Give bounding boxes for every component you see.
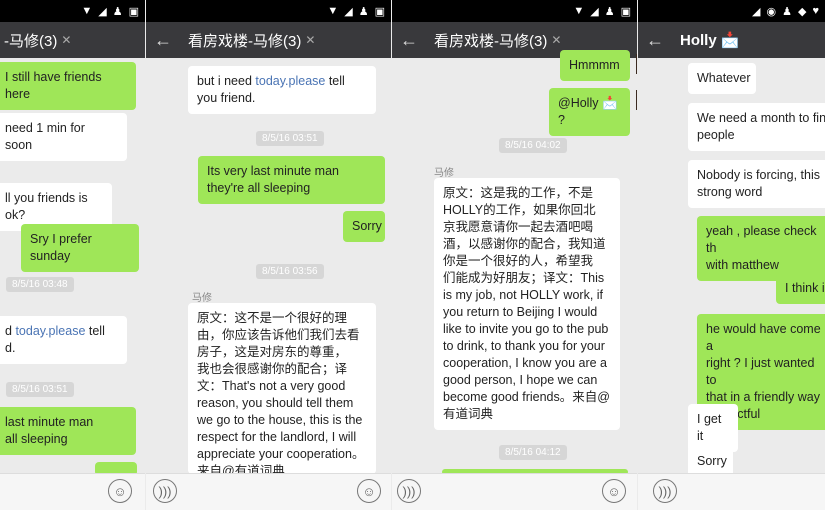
chat-panel-4: ◢ ◉ ♟ ◆ ♥ ← Holly 📩 Whatever We need a m… xyxy=(638,0,825,510)
image-icon: ▣ xyxy=(128,5,139,18)
message-received[interactable]: We need a month to fin people xyxy=(688,103,825,151)
message-received[interactable]: Whatever xyxy=(688,63,756,94)
snapchat-icon: ♟ xyxy=(358,5,369,18)
message-sent[interactable]: Sry I prefer sunday xyxy=(21,224,139,272)
timestamp: 8/5/16 04:12 xyxy=(499,445,567,460)
message-received[interactable]: Nobody is forcing, this strong word xyxy=(688,160,825,208)
input-bar: ☺ ))) xyxy=(146,473,391,510)
emoji-button[interactable]: ☺ xyxy=(357,479,381,503)
status-bar: ▼ ◢ ♟ ▣ xyxy=(0,0,145,22)
message-received[interactable]: 原文：这不是一个很好的理 由，你应该告诉他们我们去看 房子，这是对房东的尊重， … xyxy=(188,303,376,474)
messenger-icon: ◉ xyxy=(766,5,777,18)
message-text: but i need xyxy=(197,74,256,88)
back-arrow-icon[interactable]: ← xyxy=(400,30,422,51)
message-sent[interactable]: I think i xyxy=(776,273,825,304)
message-list[interactable]: Hmmmm @Holly 📩 ? 8/5/16 04:02 马修 原文：这是我的… xyxy=(392,50,637,475)
chat-panel-3: ▼ ◢ ♟ ▣ ← 看房戏楼-马修(3) ✕ Hmmmm @Holly 📩 ? … xyxy=(392,0,637,510)
chat-title: 看房戏楼-马修(3) xyxy=(434,32,548,50)
message-received[interactable]: 原文：这是我的工作，不是 HOLLY的工作，如果你回北 京我愿意请你一起去酒吧喝… xyxy=(434,178,620,430)
input-bar: ☺ ))) xyxy=(392,473,637,510)
message-received[interactable]: d today.please tell d. xyxy=(0,316,127,364)
mute-icon: ✕ xyxy=(305,33,316,47)
status-bar: ◢ ◉ ♟ ◆ ♥ xyxy=(638,0,825,22)
image-icon: ▣ xyxy=(374,5,385,18)
timestamp: 8/5/16 03:51 xyxy=(256,131,324,146)
heart-icon: ♥ xyxy=(812,5,819,17)
snapchat-icon: ♟ xyxy=(604,5,615,18)
message-received[interactable]: I get it xyxy=(688,404,738,452)
status-bar: ▼ ◢ ♟ ▣ xyxy=(392,0,637,22)
message-received[interactable]: but i need today.please tell you friend. xyxy=(188,66,376,114)
message-sent[interactable]: Its very last minute man they're all sle… xyxy=(198,156,385,204)
message-link[interactable]: today.please xyxy=(255,74,325,88)
emoji-button[interactable]: ☺ xyxy=(108,479,132,503)
chat-title: Holly 📩 xyxy=(680,32,740,49)
timestamp: 8/5/16 04:02 xyxy=(499,138,567,153)
message-link[interactable]: today.please xyxy=(15,324,85,338)
dropbox-icon: ◆ xyxy=(798,5,807,18)
message-list[interactable]: I still have friends here need 1 min for… xyxy=(0,58,145,476)
message-list[interactable]: Whatever We need a month to fin people N… xyxy=(638,58,825,477)
mute-icon: ✕ xyxy=(551,33,562,47)
signal-icon: ◢ xyxy=(98,5,107,18)
voice-button[interactable]: ))) xyxy=(153,479,177,503)
chat-header: ← 看房戏楼-马修(3) ✕ xyxy=(146,22,391,58)
back-arrow-icon[interactable]: ← xyxy=(154,30,176,51)
chat-header: -马修(3) ✕ xyxy=(0,22,145,58)
chat-panel-1: ▼ ◢ ♟ ▣ -马修(3) ✕ I still have friends he… xyxy=(0,0,145,510)
timestamp: 8/5/16 03:56 xyxy=(256,264,324,279)
signal-icon: ◢ xyxy=(344,5,353,18)
chat-panel-2: ▼ ◢ ♟ ▣ ← 看房戏楼-马修(3) ✕ but i need today.… xyxy=(146,0,391,510)
message-sent[interactable]: yeah , please check th with matthew xyxy=(697,216,825,281)
input-bar: ))) xyxy=(638,473,825,510)
message-list[interactable]: but i need today.please tell you friend.… xyxy=(146,58,391,474)
chat-header: ← Holly 📩 xyxy=(638,22,825,58)
signal-icon: ◢ xyxy=(590,5,599,18)
timestamp: 8/5/16 03:51 xyxy=(6,382,74,397)
status-bar: ▼ ◢ ♟ ▣ xyxy=(146,0,391,22)
avatar[interactable] xyxy=(636,54,637,74)
input-bar: ☺ xyxy=(0,473,145,510)
message-sent[interactable]: last minute man all sleeping xyxy=(0,407,136,455)
timestamp: 8/5/16 03:48 xyxy=(6,277,74,292)
voice-button[interactable]: ))) xyxy=(397,479,421,503)
wifi-icon: ▼ xyxy=(573,5,585,17)
voice-button[interactable]: ))) xyxy=(653,479,677,503)
message-sent[interactable]: Hmmmm xyxy=(560,50,630,81)
image-icon: ▣ xyxy=(620,5,631,18)
sender-name: 马修 xyxy=(192,293,212,304)
message-received[interactable]: need 1 min for soon xyxy=(0,113,127,161)
wifi-icon: ▼ xyxy=(327,5,339,17)
mute-icon: ✕ xyxy=(61,33,72,47)
snapchat-icon: ♟ xyxy=(782,5,792,18)
avatar[interactable] xyxy=(636,90,637,110)
back-arrow-icon[interactable]: ← xyxy=(646,30,668,51)
snapchat-icon: ♟ xyxy=(112,5,123,18)
message-sent[interactable]: @Holly 📩 ? xyxy=(549,88,630,136)
signal-icon: ◢ xyxy=(752,5,761,18)
message-sent[interactable]: I still have friends here xyxy=(0,62,136,110)
sender-name: 马修 xyxy=(434,168,454,179)
emoji-button[interactable]: ☺ xyxy=(602,479,626,503)
wifi-icon: ▼ xyxy=(81,5,93,17)
chat-title: 看房戏楼-马修(3) xyxy=(188,32,302,50)
chat-title: -马修(3) xyxy=(4,32,58,50)
message-sent[interactable]: Sorry xyxy=(343,211,385,242)
message-text: d xyxy=(5,324,16,338)
